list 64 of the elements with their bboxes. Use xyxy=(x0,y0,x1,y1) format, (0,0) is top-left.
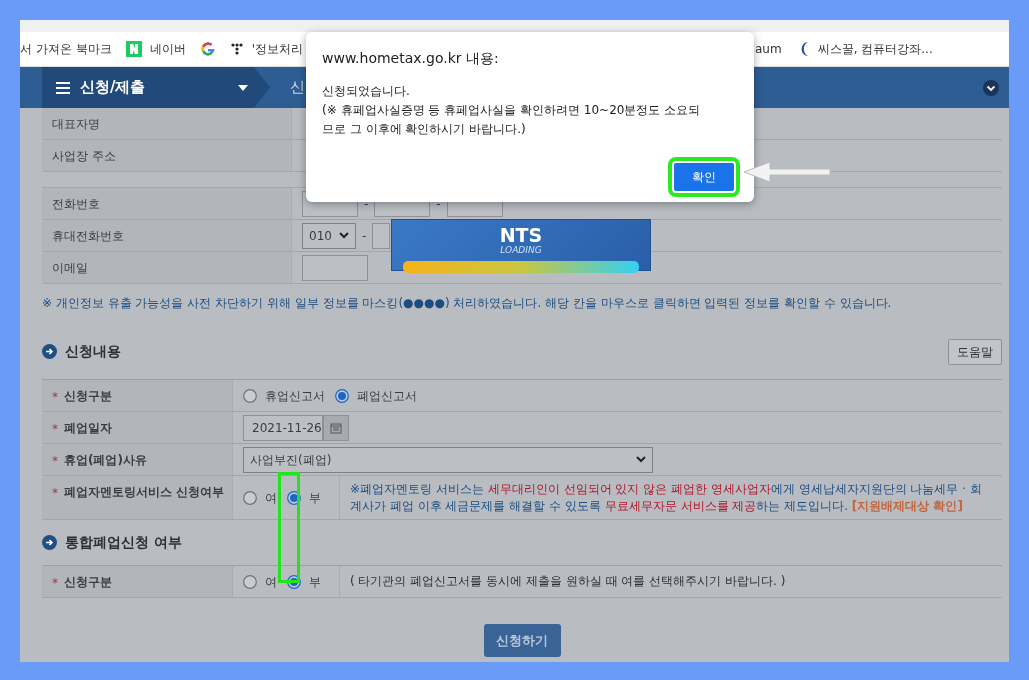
field-label: 대표자명 xyxy=(42,108,292,139)
dialog-title: www.hometax.go.kr 내용: xyxy=(322,49,500,68)
required-mark: * xyxy=(52,421,58,438)
required-mark: * xyxy=(52,453,58,470)
note-text: ※폐업자멘토링 서비스는 세무대리인이 선임되어 있지 않은 폐업한 영세사업자에게 영세납세자지원단의 나눔세무 · 회계사가 폐업 이후 세금문제를 해결할 수 있도록 무료세무자문 서비스를 제공하는 제도입니다. [지원배제대상 확인] xyxy=(339,476,1002,519)
g-logo-icon xyxy=(199,41,216,57)
loading-text: LOADING xyxy=(499,245,543,255)
calendar-icon xyxy=(330,422,342,434)
bookmark-link[interactable]: aum xyxy=(755,40,782,58)
email-field[interactable] xyxy=(302,254,368,281)
radio-button[interactable] xyxy=(243,388,257,403)
arrow-circle-icon xyxy=(42,535,57,550)
date-field[interactable]: 2021-11-26 xyxy=(243,414,323,441)
separator-text: - xyxy=(436,195,441,213)
loading-title: NTS xyxy=(498,225,544,245)
menu-title: 신청/제출 xyxy=(80,77,146,99)
radio-label[interactable]: 부 xyxy=(309,572,321,591)
section-title: 신청내용 xyxy=(65,342,121,361)
dots-icon xyxy=(229,42,244,56)
arrow-circle-icon xyxy=(42,344,57,359)
radio-label[interactable]: 여 xyxy=(265,572,277,591)
calendar-button[interactable] xyxy=(323,414,349,441)
field-label: 폐업일자 xyxy=(64,420,112,436)
bookmark-link[interactable]: 서 가져온 북마크 xyxy=(20,40,112,58)
menu-icon xyxy=(56,81,70,94)
field-label: 전화번호 xyxy=(42,188,292,219)
bookmark-link[interactable]: 네이버 xyxy=(149,40,186,58)
notice-text: ※ 개인정보 유출 가능성을 사전 차단하기 위해 일부 정보를 마스킹(●●●●) 처리하였습니다. 해당 칸을 마우스로 클릭하면 입력된 정보를 확인할 수 있습니다. xyxy=(42,295,893,312)
required-mark: * xyxy=(52,389,58,406)
caret-icon xyxy=(238,84,248,91)
field-label: 이메일 xyxy=(42,252,292,283)
input-field[interactable] xyxy=(372,222,391,249)
chevron-down-icon xyxy=(339,232,349,239)
required-mark: * xyxy=(52,485,58,502)
radio-label[interactable]: 부 xyxy=(309,488,321,507)
field-label: 폐업자멘토링서비스 신청여부 xyxy=(64,484,225,500)
radio-button[interactable] xyxy=(243,490,257,505)
separator-text: - xyxy=(364,195,369,213)
radio-button[interactable] xyxy=(243,574,257,589)
bookmark-link[interactable]: '정보처리 xyxy=(251,40,303,58)
menu-dropdown[interactable]: 신청/제출 xyxy=(42,67,270,108)
field-label: 휴대전화번호 xyxy=(42,220,292,251)
required-mark: * xyxy=(52,575,58,592)
radio-label[interactable]: 여 xyxy=(265,488,277,507)
prefix-select[interactable]: 010 xyxy=(302,222,356,249)
help-button[interactable]: 도움말 xyxy=(948,338,1002,365)
separator-text: - xyxy=(362,227,367,245)
radio-label[interactable]: 폐업신고서 xyxy=(357,386,417,405)
field-label: 사업장 주소 xyxy=(42,140,292,171)
field-label: 신청구분 xyxy=(64,574,112,590)
reason-select[interactable]: 사업부진(폐업) xyxy=(243,446,653,473)
chevron-down-icon xyxy=(636,456,646,463)
chevron-down-icon xyxy=(983,79,999,96)
note-text: ( 타기관의 폐업신고서를 동시에 제출을 원하실 때 여를 선택해주시기 바랍니다. ) xyxy=(339,566,1002,597)
breadcrumb-text[interactable]: 신 xyxy=(270,67,305,108)
field-label: 휴업(폐업)사유 xyxy=(64,452,147,468)
submit-button[interactable]: 신청하기 xyxy=(483,624,561,657)
field-label: 신청구분 xyxy=(64,388,112,404)
radio-button[interactable] xyxy=(335,388,349,403)
section-title: 통합폐업신청 여부 xyxy=(65,533,182,552)
bookmark-link[interactable]: 씨스꿀, 컴퓨터강좌... xyxy=(817,40,933,58)
dialog-message: 신청되었습니다. (※ 휴페업사실증명 등 휴페업사실을 확인하려면 10~20분정도 소요되 므로 그 이후에 확인하시기 바랍니다.) xyxy=(322,83,702,138)
n-logo-icon xyxy=(125,41,142,57)
radio-label[interactable]: 휴업신고서 xyxy=(265,386,325,405)
